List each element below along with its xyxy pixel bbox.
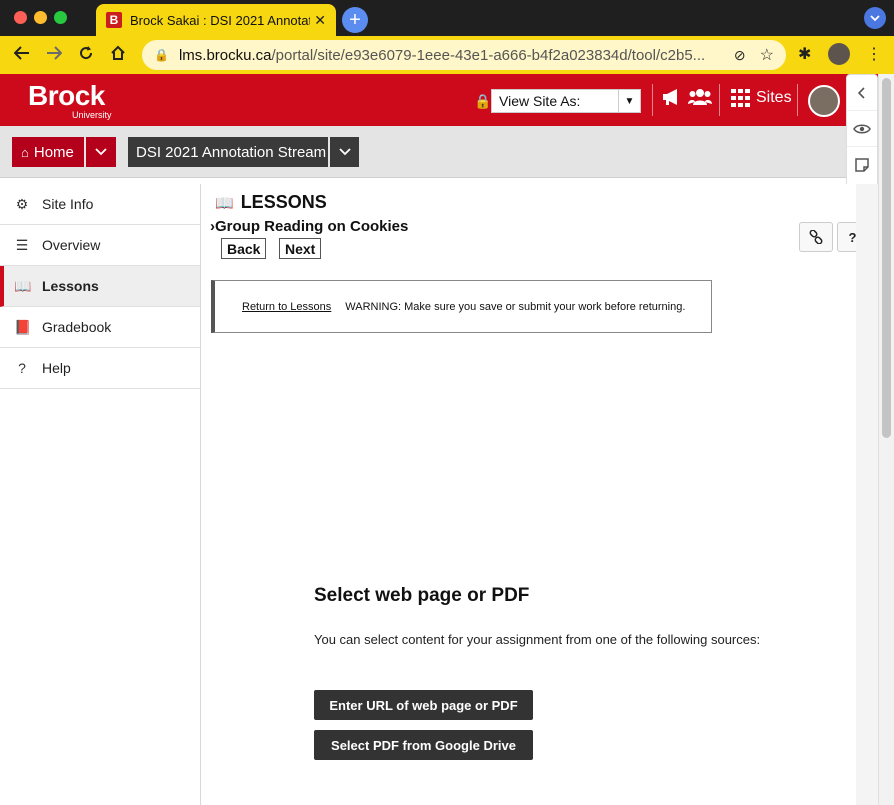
next-button[interactable]: Next (279, 238, 322, 259)
sidebar-item-label: Site Info (42, 196, 94, 212)
home-icon: ⌂ (21, 144, 29, 160)
profile-avatar[interactable] (828, 43, 850, 65)
home-icon[interactable] (102, 45, 134, 66)
sites-label: Sites (756, 89, 792, 106)
browser-menu-icon[interactable]: ⋮ (866, 44, 882, 64)
user-avatar[interactable] (808, 85, 840, 117)
warning-text: WARNING: Make sure you save or submit yo… (345, 300, 686, 313)
eye-slash-icon[interactable]: ⊘ (734, 47, 746, 64)
grid-icon (731, 89, 750, 107)
sidebar-item-gradebook[interactable]: 📕 Gradebook (0, 307, 200, 348)
back-arrow-icon[interactable] (6, 45, 38, 65)
content-gutter (856, 184, 878, 805)
header-divider (797, 84, 798, 116)
question-circle-icon: ? (18, 360, 26, 376)
sidebar-item-help[interactable]: ? Help (0, 348, 200, 389)
view-site-as-select[interactable]: View Site As: ▼ (491, 89, 641, 113)
sidebar-item-label: Gradebook (42, 319, 112, 335)
browser-tab[interactable]: B Brock Sakai : DSI 2021 Annotat ✕ (96, 4, 336, 36)
sticky-note-icon[interactable] (847, 147, 877, 183)
chevron-down-icon (95, 148, 107, 156)
maximize-window-button[interactable] (54, 11, 67, 24)
select-heading: Select web page or PDF (314, 585, 530, 606)
main-content: 📖 LESSONS ›Group Reading on Cookies Back… (201, 184, 868, 805)
tab-search-button[interactable] (864, 7, 886, 29)
star-icon[interactable]: ☆ (760, 45, 774, 65)
header-divider (652, 84, 653, 116)
chevron-down-icon (870, 15, 880, 21)
current-site-button[interactable]: DSI 2021 Annotation Stream (128, 137, 328, 167)
page-title-text: LESSONS (240, 192, 327, 212)
tab-close-icon[interactable]: ✕ (314, 12, 326, 29)
breadcrumb: ›Group Reading on Cookies (210, 218, 408, 235)
list-icon: ☰ (15, 236, 29, 253)
extensions-puzzle-icon[interactable]: ✱ (798, 44, 811, 64)
google-drive-button[interactable]: Select PDF from Google Drive (314, 730, 533, 760)
sidebar-item-label: Lessons (42, 278, 99, 294)
select-description: You can select content for your assignme… (314, 632, 761, 647)
brock-favicon-icon: B (106, 12, 122, 28)
link-icon (809, 230, 823, 244)
enter-url-button[interactable]: Enter URL of web page or PDF (314, 690, 533, 720)
site-nav-bar: ⌂ Home DSI 2021 Annotation Stream (0, 126, 894, 178)
bullhorn-icon[interactable] (661, 88, 683, 112)
sakai-header: Brock University 🔒 View Site As: ▼ Sites (0, 74, 894, 126)
right-dock (846, 74, 878, 190)
sidebar-item-overview[interactable]: ☰ Overview (0, 225, 200, 266)
chevron-down-icon: ▼ (618, 90, 640, 112)
home-label: Home (33, 143, 74, 161)
tab-title: Brock Sakai : DSI 2021 Annotat (130, 12, 310, 28)
brock-logo[interactable]: Brock (28, 80, 105, 112)
browser-tab-strip: B Brock Sakai : DSI 2021 Annotat ✕ + (0, 0, 894, 36)
close-window-button[interactable] (14, 11, 27, 24)
book-open-icon: 📖 (215, 194, 234, 212)
chevron-down-icon (338, 148, 351, 156)
new-tab-button[interactable]: + (342, 7, 368, 33)
scrollbar[interactable] (878, 74, 894, 805)
header-divider (719, 84, 720, 116)
eye-icon[interactable] (847, 111, 877, 147)
tool-sidebar: ⚙ Site Info ☰ Overview 📖 Lessons 📕 Grade… (0, 184, 201, 805)
page-title: 📖 LESSONS (215, 192, 327, 213)
collapse-chevron-left-icon[interactable] (847, 75, 877, 111)
scrollbar-thumb[interactable] (882, 78, 891, 438)
book-icon: 📕 (14, 318, 32, 335)
url-host: lms.brocku.ca (178, 46, 272, 64)
minimize-window-button[interactable] (34, 11, 47, 24)
browser-toolbar: 🔒 lms.brocku.ca/portal/site/e93e6079-1ee… (0, 36, 894, 74)
return-warning-box: Return to Lessons WARNING: Make sure you… (211, 280, 712, 333)
url-path: /portal/site/e93e6079-1eee-43e1-a666-b4f… (271, 46, 706, 64)
link-button[interactable] (799, 222, 833, 252)
sidebar-item-label: Help (42, 360, 71, 376)
sidebar-item-label: Overview (42, 237, 101, 253)
sidebar-item-site-info[interactable]: ⚙ Site Info (0, 184, 200, 225)
sidebar-item-lessons[interactable]: 📖 Lessons (0, 266, 200, 307)
users-icon[interactable] (688, 88, 712, 112)
view-site-as-label: View Site As: (499, 93, 581, 109)
site-dropdown-button[interactable] (330, 137, 359, 167)
forward-arrow-icon[interactable] (38, 45, 70, 65)
brock-logo-sub: University (72, 110, 112, 120)
back-button[interactable]: Back (221, 238, 267, 259)
home-dropdown-button[interactable] (86, 137, 116, 167)
reload-icon[interactable] (70, 45, 102, 66)
address-bar[interactable]: 🔒 lms.brocku.ca/portal/site/e93e6079-1ee… (142, 40, 786, 70)
gear-icon: ⚙ (15, 195, 29, 212)
breadcrumb-label: Group Reading on Cookies (215, 218, 409, 235)
home-button[interactable]: ⌂ Home (12, 137, 84, 167)
book-open-icon: 📖 (14, 277, 32, 294)
sites-button[interactable]: Sites (731, 89, 792, 107)
lock-icon: 🔒 (154, 48, 169, 62)
user-secret-icon: 🔒 (474, 93, 492, 109)
return-to-lessons-link[interactable]: Return to Lessons (242, 301, 331, 313)
